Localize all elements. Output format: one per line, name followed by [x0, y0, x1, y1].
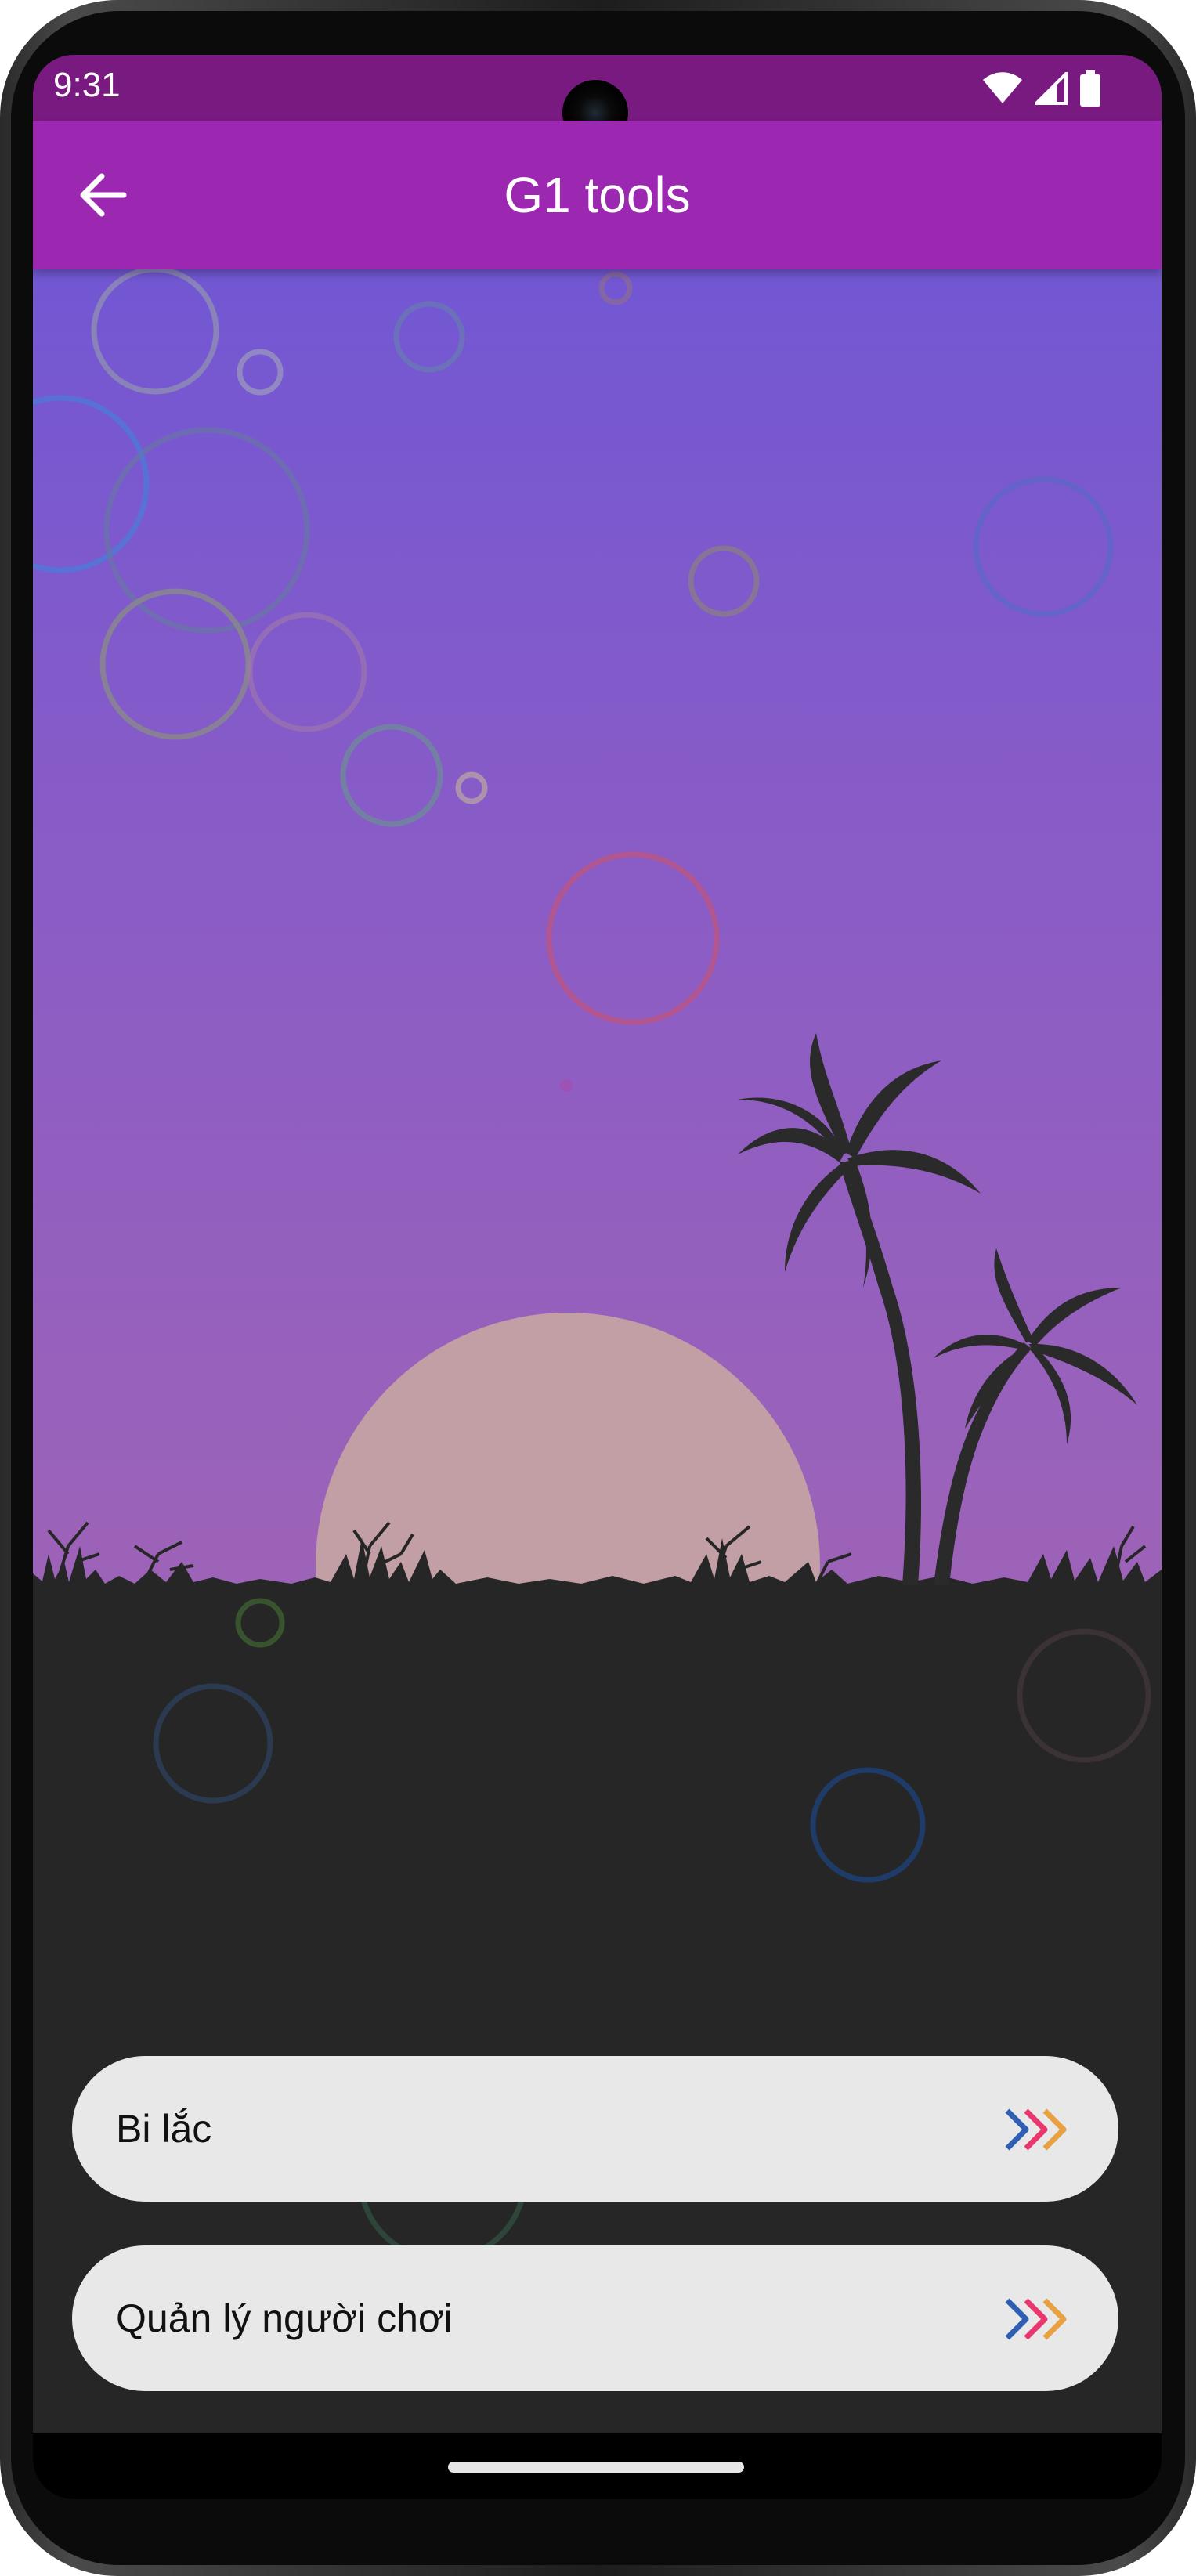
volume-button	[1190, 1018, 1196, 1175]
wifi-icon	[983, 72, 1022, 103]
menu-item-bi-lac[interactable]: Bi lắc	[72, 2056, 1118, 2202]
app-bar: G1 tools	[33, 121, 1162, 269]
battery-icon	[1080, 70, 1100, 107]
side-button	[1190, 313, 1196, 384]
triple-chevron-right-icon	[1005, 2108, 1067, 2151]
status-time: 9:31	[53, 66, 121, 104]
screen: 9:31 G1 tools Bi lắc Quản lý người chơi	[33, 55, 1162, 2499]
sunset-illustration	[33, 1033, 1162, 1819]
arrow-back-icon	[80, 173, 127, 217]
sunset-background	[33, 269, 1162, 1819]
menu-item-label: Bi lắc	[116, 2107, 212, 2151]
status-icons	[983, 70, 1100, 107]
triple-chevron-right-icon	[1005, 2298, 1067, 2340]
phone-frame: 9:31 G1 tools Bi lắc Quản lý người chơi	[0, 0, 1196, 2576]
home-indicator[interactable]	[448, 2462, 744, 2473]
palm-tree	[934, 1248, 1137, 1585]
menu-item-label: Quản lý người chơi	[116, 2296, 453, 2340]
cellular-signal-icon	[1035, 72, 1068, 105]
page-title: G1 tools	[504, 167, 691, 223]
navigation-bar	[33, 2433, 1162, 2499]
menu-item-player-management[interactable]: Quản lý người chơi	[72, 2245, 1118, 2391]
back-button[interactable]	[72, 164, 135, 226]
